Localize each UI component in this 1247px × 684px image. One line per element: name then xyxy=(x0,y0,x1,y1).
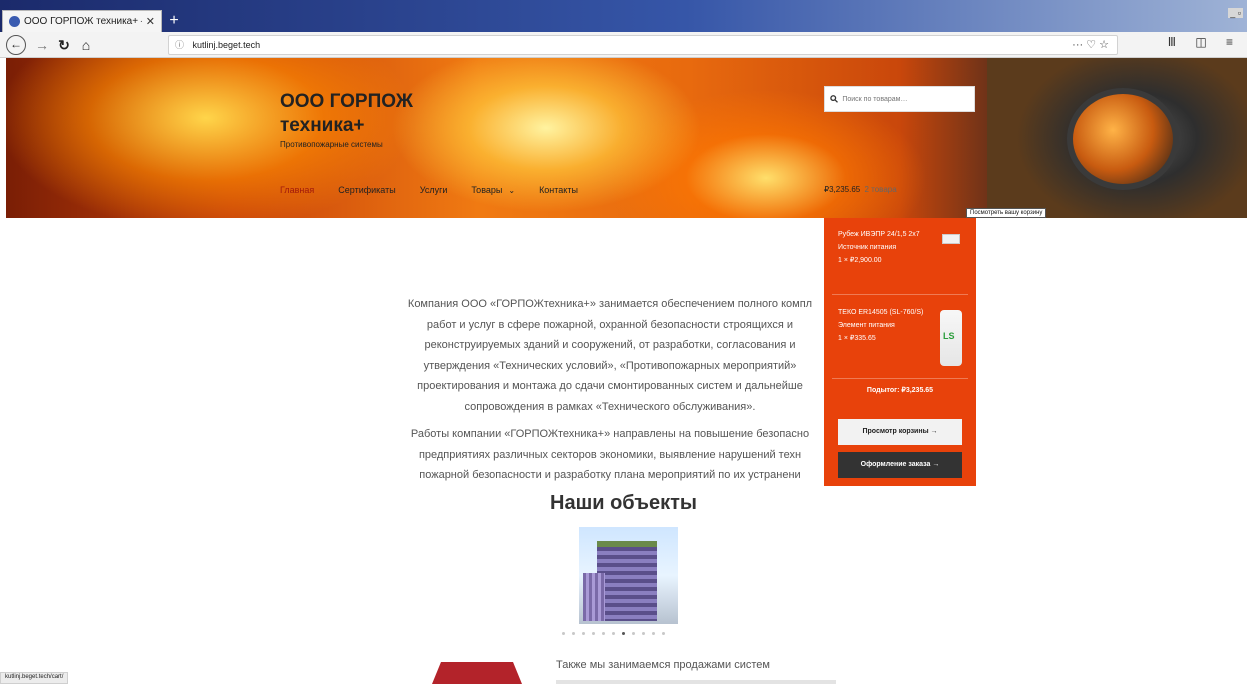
main-menu: Главная Сертификаты Услуги Товары ⌄ Конта… xyxy=(280,185,578,195)
favicon-icon xyxy=(9,16,20,27)
cart-tooltip: Посмотреть вашу корзину xyxy=(966,208,1047,218)
site-title-line2: техника+ xyxy=(280,115,365,136)
slider-dot[interactable] xyxy=(602,632,605,635)
tab-title: ООО ГОРПОЖ техника+ — Прот xyxy=(24,16,142,27)
menu-item-home[interactable]: Главная xyxy=(280,185,314,195)
slider-dot[interactable] xyxy=(662,632,665,635)
cart-subtotal: Подытог: ₽3,235.65 xyxy=(866,387,934,394)
slider-dot[interactable] xyxy=(642,632,645,635)
slider-dot[interactable] xyxy=(572,632,575,635)
window-controls-icon[interactable]: _ ▫ xyxy=(1228,8,1243,18)
site-title-line1: ООО ГОРПОЖ xyxy=(280,91,413,112)
menu-item-contacts[interactable]: Контакты xyxy=(539,185,578,195)
back-arrow-icon[interactable]: ← xyxy=(6,35,26,55)
page-actions-icon[interactable]: ··· ♡ ☆ xyxy=(1072,36,1109,54)
cart-item[interactable]: ТЕКО ER14505 (SL-760/S) Элемент питания … xyxy=(838,306,968,366)
cart-item-qty: 1 × ₽2,900.00 xyxy=(838,257,882,264)
home-icon[interactable]: ⌂ xyxy=(76,35,96,55)
view-cart-button[interactable]: Просмотр корзины → xyxy=(838,419,962,445)
cart-item-name[interactable]: ТЕКО ER14505 (SL-760/S) Элемент питания xyxy=(838,306,924,332)
search-icon: ⚲ xyxy=(828,92,842,106)
cart-divider xyxy=(832,378,968,379)
checkout-button[interactable]: Оформление заказа → xyxy=(838,452,962,478)
product-thumbnail[interactable] xyxy=(940,310,962,366)
close-tab-icon[interactable]: ✕ xyxy=(146,15,155,28)
building-graphic xyxy=(583,573,605,621)
intro-line: Компания ООО «ГОРПОЖтехника+» занимается… xyxy=(407,298,813,310)
slider-dot[interactable] xyxy=(562,632,565,635)
slider-dots xyxy=(562,632,665,635)
cart-item[interactable]: Рубеж ИВЭПР 24/1,5 2х7 Источник питания … xyxy=(838,228,968,267)
status-bar-url: kutlinj.beget.tech/cart/ xyxy=(0,672,69,684)
intro-line: сопровождения в рамках «Технического обс… xyxy=(464,400,756,413)
slider-dot[interactable] xyxy=(582,632,585,635)
menu-item-services[interactable]: Услуги xyxy=(420,185,448,195)
slider-dot[interactable] xyxy=(612,632,615,635)
cart-count: 2 товара xyxy=(864,185,897,194)
object-slide-image[interactable] xyxy=(579,527,678,624)
library-sidebar-menu-icon[interactable]: Ⅲ ◫ ≡ xyxy=(1168,35,1241,49)
product-image[interactable] xyxy=(432,662,522,684)
chevron-down-icon: ⌄ xyxy=(508,186,516,195)
reload-icon[interactable]: ↻ xyxy=(54,35,74,55)
url-text: kutlinj.beget.tech xyxy=(192,40,261,50)
forward-arrow-icon[interactable]: → xyxy=(32,35,52,55)
site-description: Противопожарные системы xyxy=(280,140,383,149)
header-cart-link[interactable]: ₽3,235.65 2 товара xyxy=(824,185,897,194)
intro-line: работ и услуг в сфере пожарной, охранной… xyxy=(426,318,794,331)
slider-dot[interactable] xyxy=(622,632,625,635)
menu-item-products[interactable]: Товары ⌄ xyxy=(471,185,515,195)
browser-window: ООО ГОРПОЖ техника+ — Прот ✕ + _ ▫ ← → ↻… xyxy=(0,0,1247,684)
cart-divider xyxy=(832,294,968,295)
slider-dot[interactable] xyxy=(592,632,595,635)
intro-line: предприятиях различных секторов экономик… xyxy=(418,448,802,461)
search-input[interactable] xyxy=(842,95,963,103)
intro-line: утверждения «Технических условий», «Прот… xyxy=(423,359,797,372)
address-bar[interactable]: ⓘ kutlinj.beget.tech ··· ♡ ☆ xyxy=(168,35,1118,55)
site-header: ООО ГОРПОЖ техника+ Противопожарные сист… xyxy=(6,58,1247,218)
browser-tab[interactable]: ООО ГОРПОЖ техника+ — Прот ✕ xyxy=(2,10,162,32)
intro-line: пожарной безопасности и разработку плана… xyxy=(419,469,801,481)
intro-line: Работы компании «ГОРПОЖтехника+» направл… xyxy=(410,428,810,440)
sales-text: Также мы занимаемся продажами систем xyxy=(556,659,770,671)
cart-total: ₽3,235.65 xyxy=(824,185,861,194)
firefighter-image xyxy=(987,58,1247,218)
mission-paragraph: Работы компании «ГОРПОЖтехника+» направл… xyxy=(396,424,824,486)
site-title[interactable]: ООО ГОРПОЖ техника+ xyxy=(280,90,413,138)
product-search[interactable]: ⚲ xyxy=(824,86,975,112)
browser-toolbar: ← → ↻ ⌂ ⓘ kutlinj.beget.tech ··· ♡ ☆ Ⅲ ◫… xyxy=(0,32,1247,58)
slider-dot[interactable] xyxy=(632,632,635,635)
new-tab-button[interactable]: + xyxy=(164,10,184,32)
objects-heading: Наши объекты xyxy=(550,492,697,514)
intro-line: реконструируемых зданий и сооружений, от… xyxy=(424,339,796,351)
intro-line: проектирования и монтажа до сдачи смонти… xyxy=(417,380,803,392)
menu-item-certificates[interactable]: Сертификаты xyxy=(338,185,395,195)
tab-bar: ООО ГОРПОЖ техника+ — Прот ✕ + _ ▫ xyxy=(0,0,1247,32)
cart-item-name[interactable]: Рубеж ИВЭПР 24/1,5 2х7 Источник питания xyxy=(838,228,928,254)
menu-item-products-label: Товары xyxy=(471,185,503,195)
sales-text-continuation xyxy=(556,680,836,684)
mini-cart-dropdown: Рубеж ИВЭПР 24/1,5 2х7 Источник питания … xyxy=(824,218,976,486)
building-graphic xyxy=(597,541,657,621)
intro-paragraph: Компания ООО «ГОРПОЖтехника+» занимается… xyxy=(396,294,824,417)
info-icon[interactable]: ⓘ xyxy=(175,40,184,50)
product-thumbnail[interactable] xyxy=(942,234,960,244)
slider-dot[interactable] xyxy=(652,632,655,635)
